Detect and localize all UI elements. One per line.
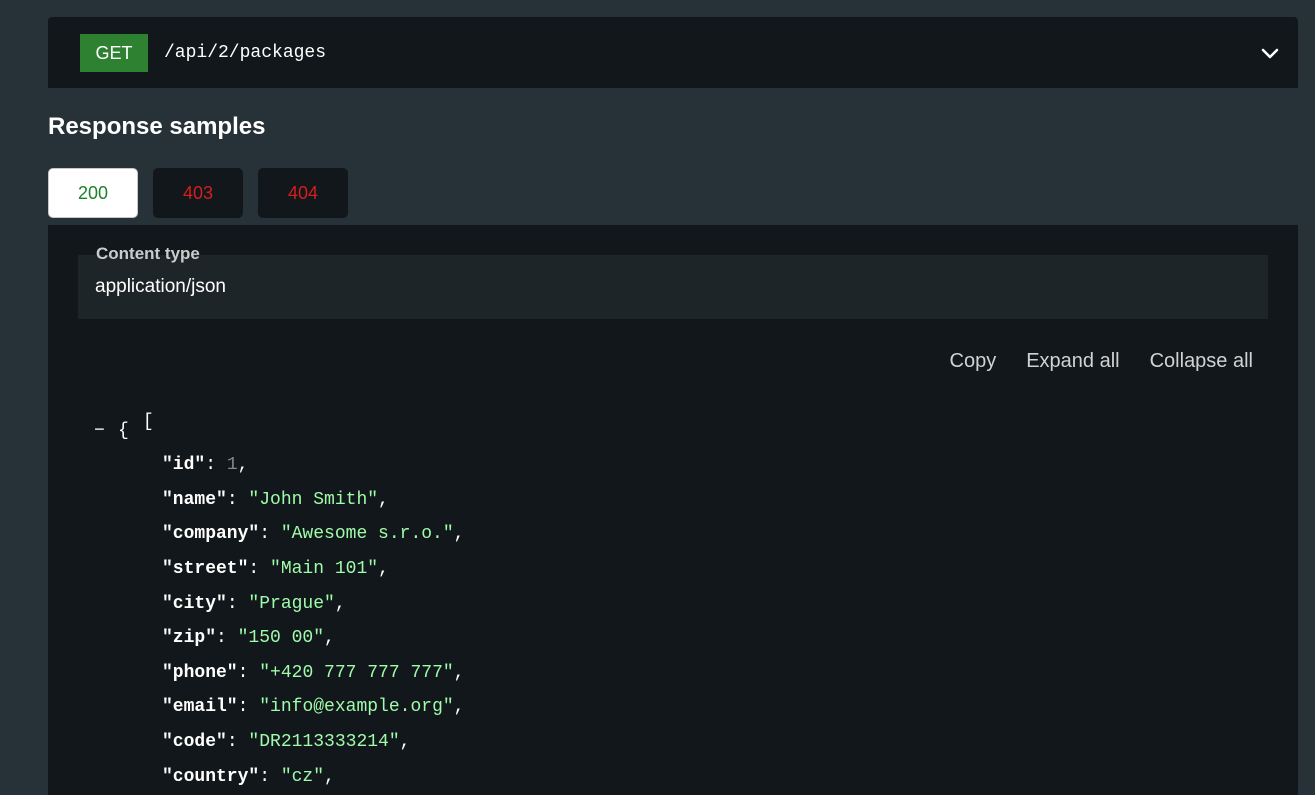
- json-value: "John Smith": [248, 489, 379, 510]
- json-value: 1: [226, 455, 238, 476]
- json-sample: [ − { "id": 1, "name": "John Smith", "comp…: [78, 383, 464, 795]
- json-key: "code": [162, 731, 227, 752]
- json-property-line: "email": "info@example.org",: [78, 694, 464, 729]
- json-value: "+420 777 777 777": [259, 662, 454, 683]
- json-property: "country": "cz",: [162, 766, 335, 787]
- json-property: "name": "John Smith",: [162, 489, 389, 510]
- code-actions: Copy Expand all Collapse all: [950, 349, 1254, 373]
- json-key: "id": [162, 455, 206, 476]
- tab-403[interactable]: 403: [153, 168, 243, 218]
- expand-all-button[interactable]: Expand all: [1026, 349, 1119, 373]
- response-sample-panel: Content type application/json Copy Expan…: [48, 225, 1298, 795]
- endpoint-path: /api/2/packages: [164, 43, 327, 63]
- json-key: "name": [162, 489, 227, 510]
- tab-404[interactable]: 404: [258, 168, 348, 218]
- endpoint-header[interactable]: GET /api/2/packages: [48, 17, 1298, 88]
- json-property: "email": "info@example.org",: [162, 697, 465, 718]
- json-key: "phone": [162, 662, 238, 683]
- json-property: "code": "DR2113333214",: [162, 731, 411, 752]
- json-value: "Prague": [248, 593, 335, 614]
- collapse-toggle[interactable]: −: [94, 418, 105, 444]
- json-property-line: "country": "cz",: [78, 764, 335, 795]
- json-property: "id": 1,: [162, 455, 249, 476]
- code-line: [: [78, 383, 154, 432]
- json-property-line: "phone": "+420 777 777 777",: [78, 660, 464, 695]
- json-key: "email": [162, 697, 238, 718]
- json-property: "street": "Main 101",: [162, 558, 389, 579]
- json-key: "company": [162, 524, 260, 545]
- content-type-label: Content type: [96, 244, 200, 263]
- json-property: "phone": "+420 777 777 777",: [162, 662, 465, 683]
- json-key: "street": [162, 558, 249, 579]
- json-key: "zip": [162, 628, 217, 649]
- content-type-select[interactable]: [78, 255, 1268, 319]
- json-property-line: "street": "Main 101",: [78, 556, 389, 591]
- json-value: "Main 101": [270, 558, 379, 579]
- code-line: − {: [78, 418, 154, 453]
- chevron-down-icon[interactable]: [1260, 43, 1280, 63]
- json-property-line: "id": 1,: [78, 452, 248, 487]
- content-type-value[interactable]: application/json: [95, 275, 226, 299]
- json-value: "DR2113333214": [248, 731, 400, 752]
- json-property: "company": "Awesome s.r.o.",: [162, 524, 465, 545]
- json-property-line: "city": "Prague",: [78, 591, 346, 626]
- copy-button[interactable]: Copy: [950, 349, 997, 373]
- section-title: Response samples: [48, 113, 266, 140]
- json-key: "city": [162, 593, 227, 614]
- json-value: "cz": [280, 766, 325, 787]
- json-property-line: "zip": "150 00",: [78, 625, 335, 660]
- http-method-badge: GET: [80, 34, 148, 72]
- json-property-line: "company": "Awesome s.r.o.",: [78, 521, 464, 556]
- collapse-all-button[interactable]: Collapse all: [1150, 349, 1253, 373]
- json-value: "info@example.org": [259, 697, 454, 718]
- json-open-brace: {: [118, 420, 129, 441]
- json-property: "city": "Prague",: [162, 593, 346, 614]
- json-value: "Awesome s.r.o.": [280, 524, 454, 545]
- tab-200[interactable]: 200: [48, 168, 138, 218]
- json-property-line: "code": "DR2113333214",: [78, 729, 410, 764]
- json-value: "150 00": [237, 628, 325, 649]
- json-key: "country": [162, 766, 260, 787]
- json-property-line: "name": "John Smith",: [78, 487, 389, 522]
- json-property: "zip": "150 00",: [162, 628, 335, 649]
